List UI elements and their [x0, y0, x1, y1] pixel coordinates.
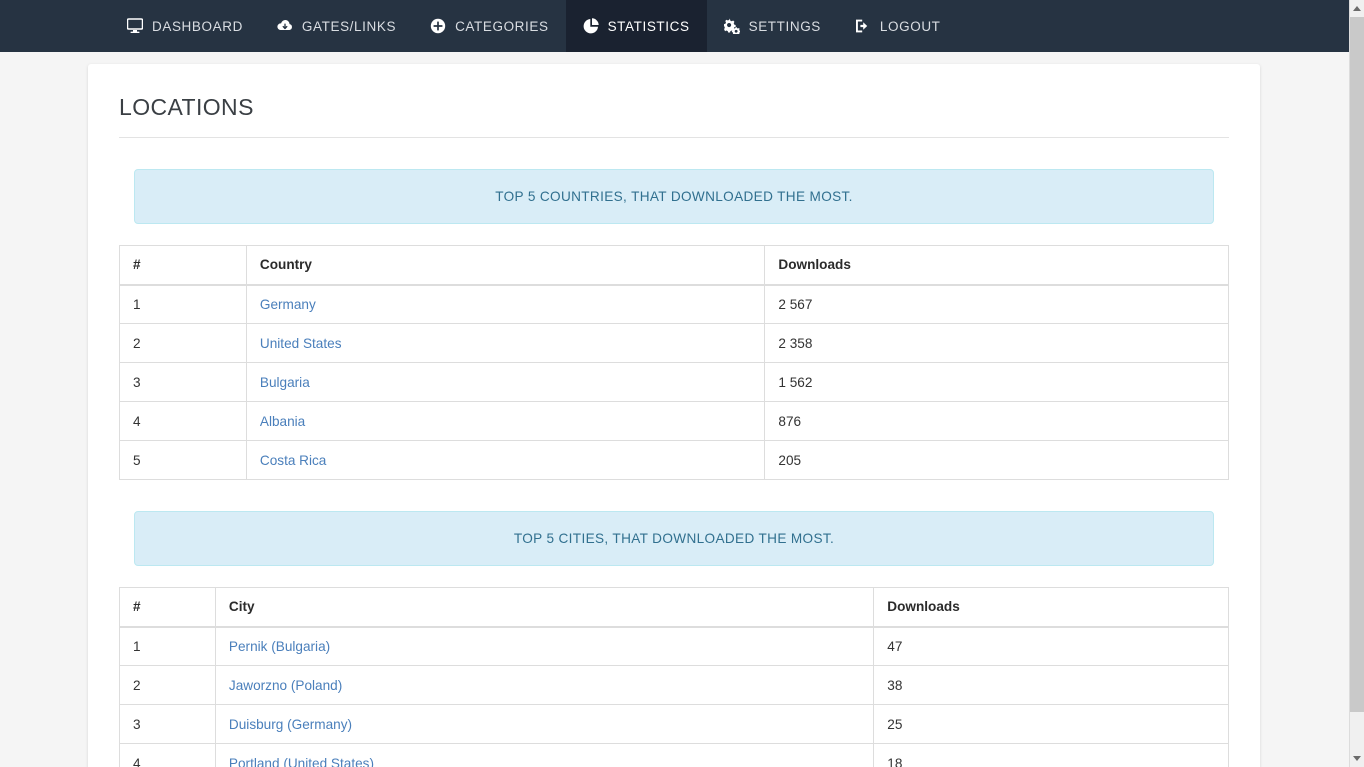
column-header-city: City [214, 587, 875, 628]
nav-item-dashboard[interactable]: Dashboard [110, 0, 260, 52]
cell-downloads: 876 [764, 401, 1229, 441]
cell-downloads: 47 [873, 626, 1229, 666]
cell-rank: 2 [119, 665, 216, 705]
content-card: Locations Top 5 countries, that download… [88, 64, 1260, 767]
cell-city: Pernik (Bulgaria) [214, 626, 875, 666]
nav-item-categories[interactable]: Categories [413, 0, 566, 52]
table-header-row: # City Downloads [119, 587, 1229, 628]
nav-item-settings[interactable]: Settings [707, 0, 838, 52]
cell-country: Bulgaria [245, 362, 766, 402]
sign-out-icon [855, 18, 871, 34]
table-header-row: # Country Downloads [119, 245, 1229, 286]
country-link[interactable]: Germany [260, 297, 316, 312]
cell-city: Portland (United States) [214, 743, 875, 767]
column-header-rank: # [119, 245, 247, 286]
city-link[interactable]: Portland (United States) [229, 756, 374, 767]
page-title: Locations [119, 94, 1229, 138]
table-row: 1 Germany 2 567 [119, 284, 1229, 324]
cell-rank: 3 [119, 704, 216, 744]
scrollbar-thumb[interactable] [1350, 17, 1364, 712]
nav-label-categories: Categories [455, 18, 549, 34]
cell-country: Albania [245, 401, 766, 441]
table-row: 2 United States 2 358 [119, 323, 1229, 363]
column-header-downloads: Downloads [873, 587, 1229, 628]
desktop-icon [127, 18, 143, 34]
cell-rank: 2 [119, 323, 247, 363]
nav-item-gates-links[interactable]: Gates/Links [260, 0, 413, 52]
cell-downloads: 1 562 [764, 362, 1229, 402]
city-link[interactable]: Duisburg (Germany) [229, 717, 352, 732]
table-row: 4 Portland (United States) 18 [119, 743, 1229, 767]
table-row: 1 Pernik (Bulgaria) 47 [119, 626, 1229, 666]
column-header-rank: # [119, 587, 216, 628]
cell-rank: 3 [119, 362, 247, 402]
scroll-up-button[interactable] [1350, 0, 1364, 17]
country-link[interactable]: United States [260, 336, 342, 351]
table-row: 5 Costa Rica 205 [119, 440, 1229, 480]
cities-table-wrapper: # City Downloads 1 Pernik (Bulgaria) 47 … [119, 587, 1229, 767]
nav-label-logout: Logout [879, 18, 941, 34]
city-link[interactable]: Jaworzno (Poland) [229, 678, 342, 693]
scroll-down-button[interactable] [1350, 750, 1364, 767]
pie-chart-icon [583, 18, 599, 34]
cell-country: Costa Rica [245, 440, 766, 480]
cell-downloads: 38 [873, 665, 1229, 705]
cell-rank: 1 [119, 626, 216, 666]
cities-alert-banner: Top 5 cities, that downloaded the most. [134, 511, 1214, 566]
chevron-down-icon [1353, 756, 1361, 761]
table-row: 4 Albania 876 [119, 401, 1229, 441]
cell-downloads: 18 [873, 743, 1229, 767]
column-header-country: Country [245, 245, 766, 286]
cell-city: Duisburg (Germany) [214, 704, 875, 744]
countries-table-body: 1 Germany 2 567 2 United States 2 358 3 … [119, 284, 1229, 480]
countries-table-head: # Country Downloads [119, 245, 1229, 286]
city-link[interactable]: Pernik (Bulgaria) [229, 639, 330, 654]
country-link[interactable]: Costa Rica [260, 453, 326, 468]
main-navbar: Dashboard Gates/Links Categories [0, 0, 1349, 52]
cities-table-body: 1 Pernik (Bulgaria) 47 2 Jaworzno (Polan… [119, 626, 1229, 767]
cell-rank: 1 [119, 284, 247, 324]
nav-label-dashboard: Dashboard [152, 18, 243, 34]
app-viewport: Dashboard Gates/Links Categories [0, 0, 1364, 767]
plus-circle-icon [430, 18, 446, 34]
column-header-downloads: Downloads [764, 245, 1229, 286]
country-link[interactable]: Albania [260, 414, 305, 429]
nav-label-statistics: Statistics [607, 18, 690, 34]
cell-country: Germany [245, 284, 766, 324]
countries-table: # Country Downloads 1 Germany 2 567 2 Un… [119, 245, 1229, 480]
cloud-download-icon [277, 18, 293, 34]
cell-rank: 4 [119, 401, 247, 441]
cell-downloads: 205 [764, 440, 1229, 480]
table-row: 3 Bulgaria 1 562 [119, 362, 1229, 402]
country-link[interactable]: Bulgaria [260, 375, 310, 390]
table-row: 3 Duisburg (Germany) 25 [119, 704, 1229, 744]
table-row: 2 Jaworzno (Poland) 38 [119, 665, 1229, 705]
nav-label-gates-links: Gates/Links [301, 18, 397, 34]
cities-table-head: # City Downloads [119, 587, 1229, 628]
chevron-up-icon [1353, 6, 1361, 11]
cell-downloads: 2 358 [764, 323, 1229, 363]
nav-item-logout[interactable]: Logout [838, 0, 958, 52]
countries-alert-banner: Top 5 countries, that downloaded the mos… [134, 169, 1214, 224]
vertical-scrollbar[interactable] [1349, 0, 1364, 767]
cogs-icon [723, 18, 740, 34]
cell-downloads: 2 567 [764, 284, 1229, 324]
cell-rank: 4 [119, 743, 216, 767]
cell-country: United States [245, 323, 766, 363]
nav-item-statistics[interactable]: Statistics [565, 0, 707, 52]
cities-table: # City Downloads 1 Pernik (Bulgaria) 47 … [119, 587, 1229, 767]
cell-city: Jaworzno (Poland) [214, 665, 875, 705]
cell-rank: 5 [119, 440, 247, 480]
cell-downloads: 25 [873, 704, 1229, 744]
nav-label-settings: Settings [748, 18, 821, 34]
countries-table-wrapper: # Country Downloads 1 Germany 2 567 2 Un… [119, 245, 1229, 480]
